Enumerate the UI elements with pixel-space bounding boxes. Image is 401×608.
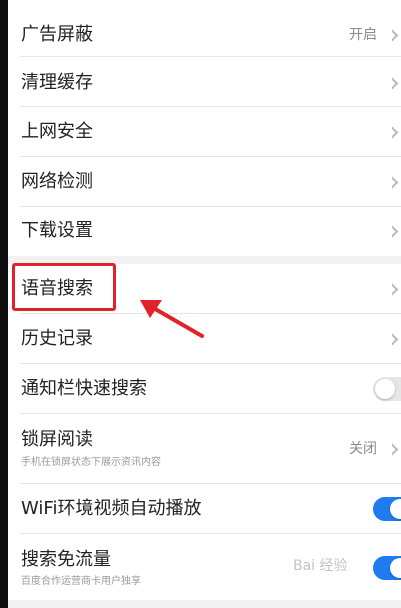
lockscreen-reading-value: 关闭	[349, 441, 377, 457]
device-frame-edge	[0, 0, 8, 608]
chevron-right-icon	[392, 175, 401, 189]
chevron-right-icon	[392, 224, 401, 238]
chevron-right-icon	[392, 28, 401, 42]
wifi-autoplay-toggle[interactable]	[373, 497, 401, 521]
lockscreen-reading-sublabel: 手机在锁屏状态下展示资讯内容	[21, 457, 161, 468]
network-check-label: 网络检测	[21, 171, 93, 192]
toggle-knob	[390, 558, 401, 578]
ad-block-label: 广告屏蔽	[21, 24, 93, 45]
toggle-knob	[390, 499, 401, 519]
search-free-data-sublabel: 百度合作运营商卡用户独享	[21, 576, 141, 587]
row-notification-quick-search: 通知栏快速搜索	[8, 364, 401, 414]
lockscreen-reading-label: 锁屏阅读	[21, 429, 93, 450]
row-clear-cache[interactable]: 清理缓存	[8, 57, 401, 107]
row-ad-block[interactable]: 广告屏蔽 开启	[8, 0, 401, 57]
annotation-highlight-box	[12, 263, 116, 311]
chevron-right-icon	[392, 125, 401, 139]
history-label: 历史记录	[21, 328, 93, 349]
ad-block-value: 开启	[349, 27, 377, 43]
row-network-check[interactable]: 网络检测	[8, 157, 401, 207]
settings-panel: 广告屏蔽 开启 清理缓存 上网安全 网络检测 下载设置 语音搜索 历史记录 通知…	[8, 0, 401, 608]
row-download-settings[interactable]: 下载设置	[8, 207, 401, 256]
toggle-knob	[375, 379, 395, 399]
chevron-right-icon	[392, 282, 401, 296]
annotation-arrow-icon	[140, 300, 204, 338]
chevron-right-icon	[392, 332, 401, 346]
search-free-data-label: 搜索免流量	[21, 549, 111, 570]
download-settings-label: 下载设置	[21, 220, 93, 241]
search-free-data-toggle[interactable]	[373, 556, 401, 580]
wifi-autoplay-label: WiFi环境视频自动播放	[21, 498, 202, 519]
clear-cache-label: 清理缓存	[21, 72, 93, 93]
chevron-right-icon	[392, 76, 401, 90]
notification-quick-search-label: 通知栏快速搜索	[21, 378, 147, 399]
row-lockscreen-reading[interactable]: 锁屏阅读 手机在锁屏状态下展示资讯内容 关闭	[8, 414, 401, 484]
notification-quick-search-toggle[interactable]	[373, 377, 401, 401]
chevron-right-icon	[392, 442, 401, 456]
row-wifi-autoplay: WiFi环境视频自动播放	[8, 484, 401, 534]
web-security-label: 上网安全	[21, 121, 93, 142]
row-web-security[interactable]: 上网安全	[8, 107, 401, 157]
watermark: Bai 经验	[293, 558, 348, 574]
